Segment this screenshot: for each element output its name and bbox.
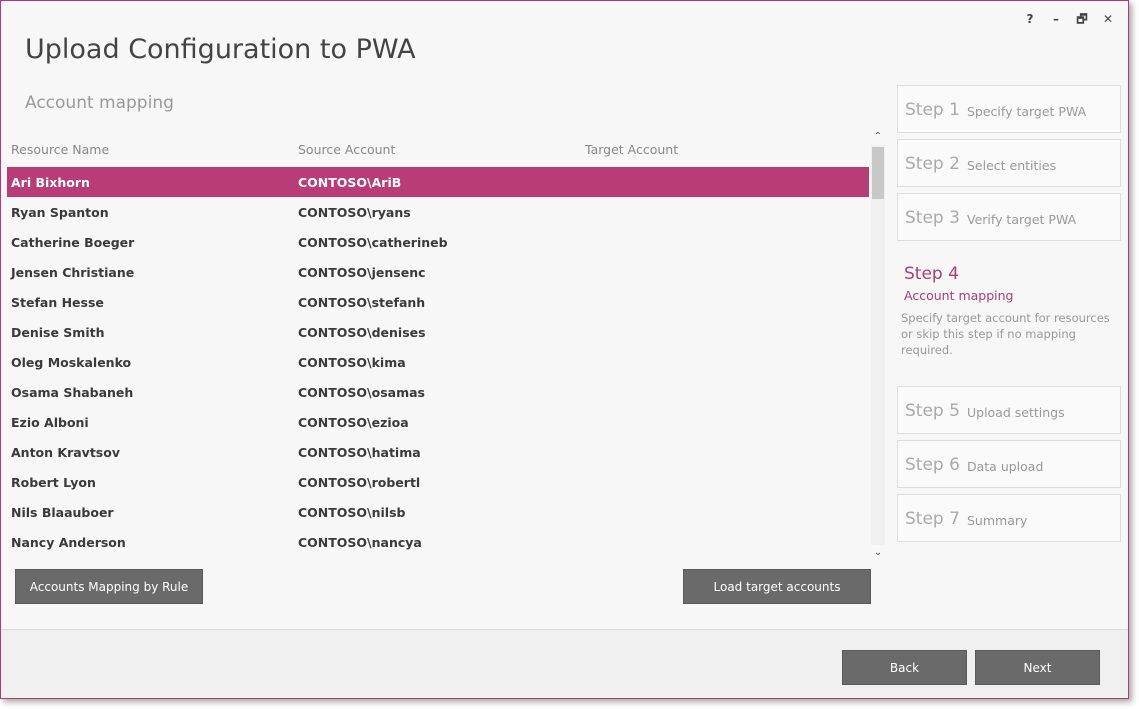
step-label: Data upload — [967, 459, 1044, 474]
step-label: Specify target PWA — [967, 104, 1087, 119]
step-number: Step 5 — [905, 401, 960, 421]
source-account-cell: CONTOSO\kima — [298, 355, 406, 370]
grid-scrollbar[interactable]: ⌃ ⌄ — [871, 129, 885, 561]
column-header-source-account[interactable]: Source Account — [298, 142, 395, 157]
resource-name-cell: Stefan Hesse — [11, 295, 104, 310]
resource-name-cell: Anton Kravtsov — [11, 445, 120, 460]
step-description: Specify target account for resources or … — [901, 311, 1110, 357]
column-header-resource-name[interactable]: Resource Name — [11, 142, 109, 157]
close-icon[interactable]: ✕ — [1102, 11, 1114, 27]
dialog-footer: Back Next — [1, 629, 1128, 698]
restore-icon[interactable]: 🗗 — [1076, 11, 1088, 27]
step-4-active: Step 4 Account mapping Specify target ac… — [897, 264, 1121, 364]
resource-name-cell: Osama Shabaneh — [11, 385, 134, 400]
back-button[interactable]: Back — [842, 650, 967, 685]
step-number: Step 2 — [905, 154, 960, 174]
next-button[interactable]: Next — [975, 650, 1100, 685]
source-account-cell: CONTOSO\AriB — [298, 175, 402, 190]
step-number: Step 4 — [904, 264, 959, 284]
table-row[interactable]: Nils Blaauboer CONTOSO\nilsb — [7, 497, 869, 527]
resource-name-cell: Catherine Boeger — [11, 235, 135, 250]
step-number: Step 6 — [905, 455, 960, 475]
table-row[interactable]: Denise Smith CONTOSO\denises — [7, 317, 869, 347]
resource-name-cell: Denise Smith — [11, 325, 105, 340]
table-row[interactable]: Ryan Spanton CONTOSO\ryans — [7, 197, 869, 227]
resource-name-cell: Ryan Spanton — [11, 205, 109, 220]
resource-name-cell: Robert Lyon — [11, 475, 96, 490]
source-account-cell: CONTOSO\nilsb — [298, 505, 406, 520]
step-6[interactable]: Step 6 Data upload — [897, 440, 1121, 488]
step-label: Select entities — [967, 158, 1057, 173]
load-target-accounts-button[interactable]: Load target accounts — [683, 569, 871, 604]
step-label: Verify target PWA — [967, 212, 1077, 227]
step-label: Account mapping — [904, 288, 1014, 303]
table-row[interactable]: Ezio Alboni CONTOSO\ezioa — [7, 407, 869, 437]
upload-configuration-dialog: ? – 🗗 ✕ Upload Configuration to PWA Acco… — [0, 0, 1129, 699]
account-mapping-grid: Resource Name Source Account Target Acco… — [7, 129, 885, 561]
step-number: Step 7 — [905, 509, 960, 529]
step-1[interactable]: Step 1 Specify target PWA — [897, 85, 1121, 133]
table-row[interactable]: Catherine Boeger CONTOSO\catherineb — [7, 227, 869, 257]
minimize-icon[interactable]: – — [1050, 11, 1062, 27]
resource-name-cell: Ari Bixhorn — [11, 175, 90, 190]
step-7[interactable]: Step 7 Summary — [897, 494, 1121, 542]
step-5[interactable]: Step 5 Upload settings — [897, 386, 1121, 434]
step-number: Step 1 — [905, 100, 960, 120]
source-account-cell: CONTOSO\ezioa — [298, 415, 409, 430]
table-row[interactable]: Ari Bixhorn CONTOSO\AriB — [7, 167, 869, 197]
source-account-cell: CONTOSO\nancya — [298, 535, 422, 550]
grid-header: Resource Name Source Account Target Acco… — [7, 129, 869, 167]
source-account-cell: CONTOSO\stefanh — [298, 295, 426, 310]
window-controls: ? – 🗗 ✕ — [1024, 11, 1114, 27]
step-3[interactable]: Step 3 Verify target PWA — [897, 193, 1121, 241]
help-icon[interactable]: ? — [1024, 11, 1036, 27]
source-account-cell: CONTOSO\denises — [298, 325, 426, 340]
source-account-cell: CONTOSO\robertl — [298, 475, 421, 490]
source-account-cell: CONTOSO\ryans — [298, 205, 411, 220]
resource-name-cell: Ezio Alboni — [11, 415, 89, 430]
section-title: Account mapping — [25, 93, 174, 113]
step-number: Step 3 — [905, 208, 960, 228]
page-title: Upload Configuration to PWA — [25, 34, 416, 65]
table-row[interactable]: Osama Shabaneh CONTOSO\osamas — [7, 377, 869, 407]
resource-name-cell: Nils Blaauboer — [11, 505, 114, 520]
source-account-cell: CONTOSO\jensenc — [298, 265, 426, 280]
resource-name-cell: Nancy Anderson — [11, 535, 126, 550]
column-header-target-account[interactable]: Target Account — [585, 142, 678, 157]
scroll-up-icon[interactable]: ⌃ — [871, 129, 885, 145]
resource-name-cell: Jensen Christiane — [11, 265, 135, 280]
table-row[interactable]: Robert Lyon CONTOSO\robertl — [7, 467, 869, 497]
scrollbar-track[interactable] — [871, 145, 885, 545]
source-account-cell: CONTOSO\catherineb — [298, 235, 448, 250]
accounts-mapping-by-rule-button[interactable]: Accounts Mapping by Rule — [15, 569, 203, 604]
source-account-cell: CONTOSO\osamas — [298, 385, 425, 400]
resource-name-cell: Oleg Moskalenko — [11, 355, 132, 370]
source-account-cell: CONTOSO\hatima — [298, 445, 421, 460]
step-label: Upload settings — [967, 405, 1065, 420]
table-row[interactable]: Oleg Moskalenko CONTOSO\kima — [7, 347, 869, 377]
scrollbar-thumb[interactable] — [872, 147, 884, 199]
table-row[interactable]: Anton Kravtsov CONTOSO\hatima — [7, 437, 869, 467]
grid-rows: Ari Bixhorn CONTOSO\AriB Ryan Spanton CONT… — [7, 167, 869, 557]
step-label: Summary — [967, 513, 1028, 528]
table-row[interactable]: Jensen Christiane CONTOSO\jensenc — [7, 257, 869, 287]
table-row[interactable]: Stefan Hesse CONTOSO\stefanh — [7, 287, 869, 317]
scroll-down-icon[interactable]: ⌄ — [871, 545, 885, 561]
table-row[interactable]: Nancy Anderson CONTOSO\nancya — [7, 527, 869, 557]
step-2[interactable]: Step 2 Select entities — [897, 139, 1121, 187]
